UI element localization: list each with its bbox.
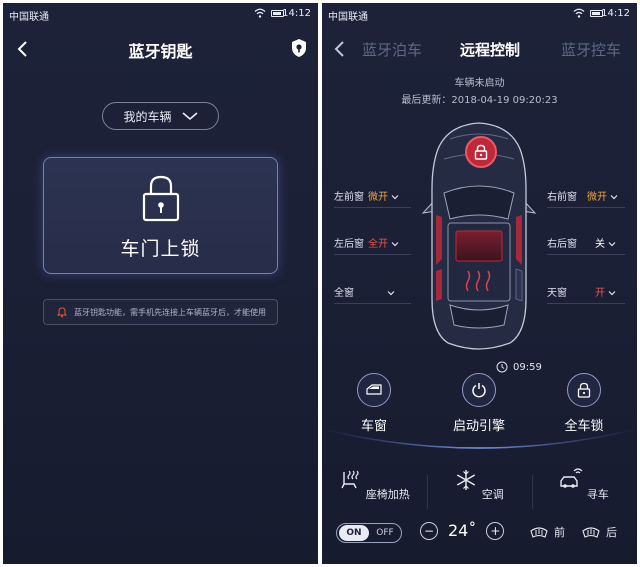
divider (427, 475, 428, 509)
window-front-right[interactable]: 右前窗 微开 (547, 188, 618, 203)
rear-defrost-button[interactable]: 后 (582, 524, 617, 540)
lock-icon (142, 175, 180, 222)
window-value: 关 (595, 239, 605, 250)
clock-label: 14:12 (282, 8, 311, 19)
carrier-label: 中国联通 (328, 12, 368, 23)
toggle-off-label: OFF (376, 528, 394, 538)
wifi-icon (573, 8, 585, 18)
front-defrost-button[interactable]: 前 (530, 524, 565, 540)
window-label: 左后窗 (334, 239, 364, 250)
lock-icon (577, 382, 591, 398)
chevron-down-icon (391, 242, 399, 247)
divider (547, 254, 625, 255)
air-conditioning-button[interactable]: 空调 (439, 468, 519, 502)
lock-icon (474, 144, 488, 160)
window-label: 全窗 (334, 288, 354, 299)
vehicle-select-label: 我的车辆 (123, 109, 172, 124)
chevron-down-icon (387, 291, 395, 296)
door-lock-button[interactable]: 车门上锁 (43, 157, 278, 274)
seat-heat-button[interactable]: 座椅加热 (334, 468, 414, 502)
carrier-label: 中国联通 (9, 12, 49, 23)
snowflake-icon (457, 470, 476, 490)
power-icon (472, 383, 486, 398)
find-car-button[interactable]: 寻车 (544, 468, 624, 502)
divider (547, 207, 625, 208)
temperature-increase-button[interactable]: + (486, 521, 505, 540)
seat-heat-icon (341, 470, 359, 489)
toggle-on-label: ON (339, 525, 369, 541)
bluetooth-key-screen: 中国联通 14:12 蓝牙钥匙 我的车辆 车门上锁 蓝牙钥匙功能，需手机先连接上… (3, 3, 318, 564)
find-car-icon (560, 468, 583, 488)
tab-bar: 蓝牙泊车 远程控制 蓝牙控车 (322, 25, 637, 73)
find-car-label: 寻车 (586, 488, 609, 501)
window-label: 右后窗 (547, 239, 577, 250)
status-bar: 中国联通 14:12 (3, 3, 318, 25)
window-rear-right[interactable]: 右后窗 关 (547, 235, 616, 250)
start-engine-circle (462, 373, 496, 407)
car-window-icon (366, 384, 382, 395)
window-value: 微开 (587, 192, 607, 203)
last-update: 最后更新：2018-04-19 09:20:23 (401, 95, 558, 106)
chevron-down-icon (608, 242, 616, 247)
engine-timer: 09:59 (496, 361, 542, 373)
clock-icon (496, 361, 508, 373)
lock-all-circle (567, 373, 601, 407)
rear-defrost-label: 后 (606, 526, 617, 539)
air-conditioning-label: 空调 (481, 488, 504, 501)
front-defrost-label: 前 (554, 526, 565, 539)
climate-bar: ON OFF − 24˚ + 前 后 (322, 521, 637, 551)
window-value: 微开 (368, 192, 388, 203)
page-title: 蓝牙钥匙 (128, 42, 193, 61)
wifi-icon (254, 8, 266, 18)
window-sunroof[interactable]: 天窗 开 (547, 284, 616, 299)
status-bar: 中国联通 14:12 (322, 3, 637, 25)
divider (547, 303, 625, 304)
chevron-down-icon (610, 195, 618, 200)
hint-text: 蓝牙钥匙功能，需手机先连接上车辆蓝牙后，才能使用 (74, 307, 266, 317)
window-label: 右前窗 (547, 192, 577, 203)
tab-remote-control[interactable]: 远程控制 (460, 39, 520, 60)
front-defrost-icon (530, 527, 548, 538)
chevron-down-icon (391, 195, 399, 200)
car-window-circle (357, 373, 391, 407)
divider (334, 207, 411, 208)
chevron-down-icon (608, 291, 616, 296)
seat-heat-label: 座椅加热 (365, 488, 410, 501)
shield-icon[interactable] (290, 38, 308, 58)
vehicle-select[interactable]: 我的车辆 (102, 102, 219, 130)
car-lock-badge[interactable] (465, 136, 497, 168)
divider (334, 254, 411, 255)
rear-defrost-icon (582, 527, 600, 538)
divider (334, 303, 411, 304)
ac-power-toggle[interactable]: ON OFF (336, 523, 402, 543)
clock-label: 14:12 (601, 8, 630, 19)
remote-control-screen: 中国联通 14:12 蓝牙泊车 远程控制 蓝牙控车 车辆未启动 最后更新：201… (322, 3, 637, 564)
temperature-decrease-button[interactable]: − (420, 521, 438, 540)
window-value: 开 (595, 288, 605, 299)
divider (532, 475, 533, 509)
chevron-down-icon (181, 112, 198, 121)
window-label: 天窗 (547, 288, 567, 299)
window-all[interactable]: 全窗 (334, 284, 395, 299)
temperature-value: 24˚ (448, 521, 477, 540)
nav-bar: 蓝牙钥匙 (3, 25, 318, 73)
window-label: 左前窗 (334, 192, 364, 203)
bluetooth-hint: 蓝牙钥匙功能，需手机先连接上车辆蓝牙后，才能使用 (43, 299, 278, 325)
tab-bluetooth-parking[interactable]: 蓝牙泊车 (362, 39, 422, 60)
window-front-left[interactable]: 左前窗 微开 (334, 188, 399, 203)
tab-bluetooth-control[interactable]: 蓝牙控车 (561, 39, 621, 60)
vehicle-status: 车辆未启动 (454, 78, 505, 89)
bell-icon (56, 307, 68, 318)
window-value: 全开 (368, 239, 388, 250)
timer-value: 09:59 (513, 361, 542, 373)
door-lock-label: 车门上锁 (120, 238, 201, 260)
back-icon[interactable] (330, 39, 350, 59)
temperature-control: − 24˚ + (420, 521, 505, 540)
window-rear-left[interactable]: 左后窗 全开 (334, 235, 399, 250)
arc-divider (322, 428, 637, 449)
